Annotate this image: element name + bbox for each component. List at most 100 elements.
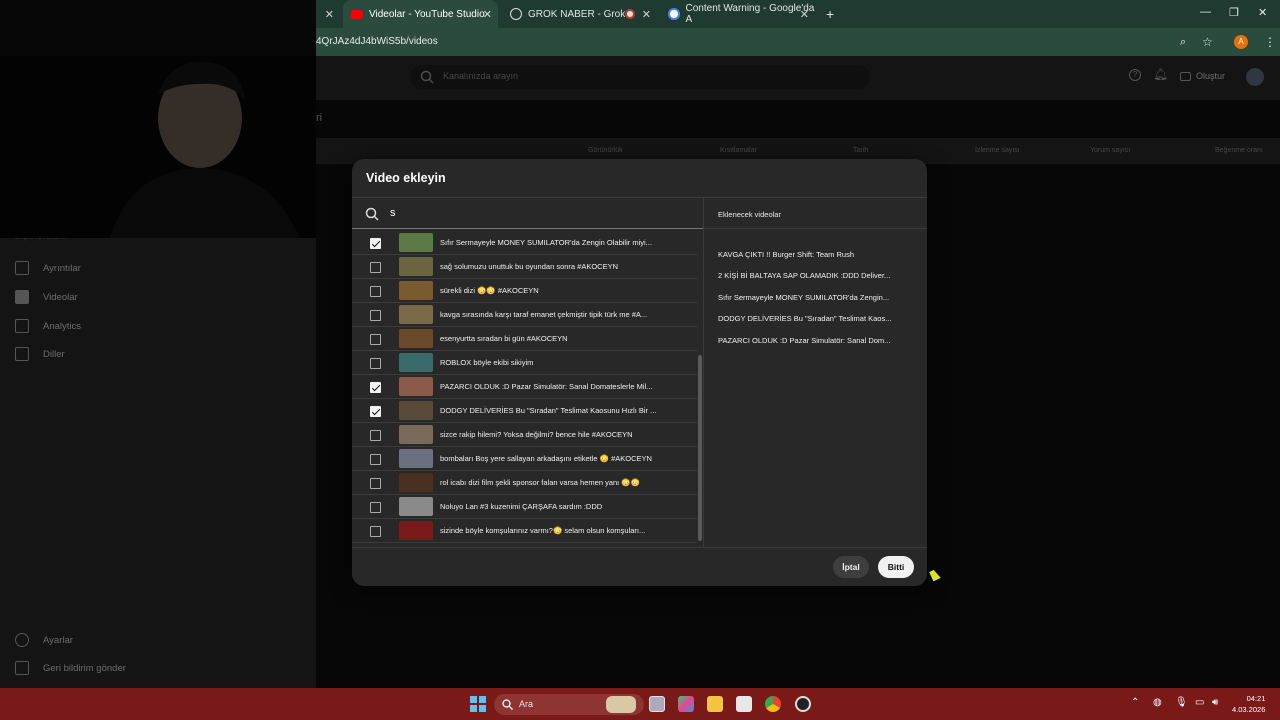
video-checkbox[interactable] (370, 526, 381, 537)
minimize-icon[interactable]: — (1200, 6, 1211, 18)
selected-video: DODGY DELİVERİES Bu "Sıradan" Teslimat K… (718, 314, 892, 323)
record-icon (625, 9, 635, 19)
add-video-dialog: Video ekleyin s Eklenecek videolar KAVGA… (352, 159, 927, 586)
close-icon[interactable]: ✕ (325, 8, 334, 21)
video-checkbox[interactable] (370, 454, 381, 465)
video-title: Sıfır Sermayeyle MONEY SUMILATOR'da Zeng… (440, 238, 652, 247)
video-row[interactable]: ROBLOX böyle ekibi sikiyim (352, 351, 697, 375)
video-thumbnail (399, 473, 433, 492)
video-checkbox[interactable] (370, 430, 381, 441)
video-title: bombaları Boş yere sallayan arkadaşını e… (440, 454, 652, 463)
video-title: sürekli dizi 😳😳 #AKOCEYN (440, 286, 539, 295)
selected-videos-header: Eklenecek videolar (704, 197, 927, 229)
google-icon (668, 8, 680, 20)
video-checkbox[interactable] (370, 478, 381, 489)
chrome-icon[interactable] (765, 696, 781, 712)
tab-grok[interactable]: GROK NABER - Grok ✕ (502, 2, 657, 26)
tab-close-prev[interactable]: ✕ (320, 2, 340, 26)
close-icon[interactable]: ✕ (642, 8, 651, 21)
video-list[interactable]: Sıfır Sermayeyle MONEY SUMILATOR'da Zeng… (352, 233, 697, 546)
copilot-icon[interactable] (678, 696, 694, 712)
taskbar-clock[interactable]: 04:21 4.03.2026 (1232, 693, 1265, 715)
grok-icon (510, 8, 522, 20)
display-icon[interactable]: ▭ (1195, 697, 1204, 708)
video-thumbnail (399, 305, 433, 324)
dialog-footer-divider (352, 547, 927, 548)
video-row[interactable]: sürekli dizi 😳😳 #AKOCEYN (352, 279, 697, 303)
close-icon[interactable]: ✕ (483, 8, 492, 21)
search-icon (365, 207, 379, 221)
video-checkbox[interactable] (370, 238, 381, 249)
close-icon[interactable]: ✕ (800, 8, 809, 21)
tab-title: GROK NABER - Grok (528, 8, 626, 20)
cancel-button[interactable]: İptal (833, 556, 869, 578)
video-checkbox[interactable] (370, 286, 381, 297)
obs-icon[interactable] (795, 696, 811, 712)
new-tab-button[interactable]: + (818, 2, 838, 26)
video-title: DODGY DELİVERİES Bu "Sıradan" Teslimat K… (440, 406, 657, 415)
bookmark-star-icon[interactable]: ☆ (1202, 35, 1213, 49)
video-row[interactable]: sizinde böyle komşularınız varmı?😳 selam… (352, 519, 697, 543)
tab-youtube-studio[interactable]: Videolar - YouTube Studio ✕ (343, 0, 498, 28)
video-thumbnail (399, 281, 433, 300)
selected-video: Sıfır Sermayeyle MONEY SUMILATOR'da Zeng… (718, 293, 890, 302)
file-explorer-icon[interactable] (707, 696, 723, 712)
video-checkbox[interactable] (370, 502, 381, 513)
video-row[interactable]: bombaları Boş yere sallayan arkadaşını e… (352, 447, 697, 471)
pane-divider (703, 197, 704, 547)
video-title: sizinde böyle komşularınız varmı?😳 selam… (440, 526, 646, 535)
search-icon (502, 699, 513, 710)
network-icon[interactable]: ◍ (1153, 697, 1162, 708)
video-checkbox[interactable] (370, 334, 381, 345)
video-checkbox[interactable] (370, 262, 381, 273)
youtube-icon (351, 9, 363, 19)
video-thumbnail (399, 521, 433, 540)
video-row[interactable]: esenyurtta sıradan bi gün #AKOCEYN (352, 327, 697, 351)
video-row[interactable]: sağ solumuzu unuttuk bu oyundan sonra #A… (352, 255, 697, 279)
volume-icon[interactable]: 🔊︎ (1212, 697, 1218, 708)
menu-dots-icon[interactable]: ⋮ (1264, 35, 1276, 49)
video-checkbox[interactable] (370, 310, 381, 321)
video-row[interactable]: rol icabı dizi film şekli sponsor falan … (352, 471, 697, 495)
url-text[interactable]: 4QrJAz4dJ4bWiS5b/videos (316, 36, 438, 47)
video-row[interactable]: DODGY DELİVERİES Bu "Sıradan" Teslimat K… (352, 399, 697, 423)
chevron-up-icon[interactable]: ⌃ (1131, 697, 1139, 708)
video-thumbnail (399, 497, 433, 516)
taskbar-search[interactable]: Ara (494, 694, 644, 715)
tab-title: Content Warning - Google'da A (685, 3, 815, 25)
video-title: esenyurtta sıradan bi gün #AKOCEYN (440, 334, 568, 343)
video-title: PAZARCI OLDUK :D Pazar Simulatör: Sanal … (440, 382, 653, 391)
video-thumbnail (399, 257, 433, 276)
done-button[interactable]: Bitti (878, 556, 914, 578)
zoom-icon[interactable]: ⌕ (1180, 36, 1186, 49)
close-window-icon[interactable]: ✕ (1258, 6, 1267, 19)
search-highlight-icon (606, 696, 636, 713)
store-icon[interactable] (736, 696, 752, 712)
video-thumbnail (399, 449, 433, 468)
video-title: rol icabı dizi film şekli sponsor falan … (440, 478, 641, 487)
video-row[interactable]: kavga sırasında karşı taraf emanet çekmi… (352, 303, 697, 327)
video-row[interactable]: Sıfır Sermayeyle MONEY SUMILATOR'da Zeng… (352, 233, 697, 255)
selected-video: PAZARCI OLDUK :D Pazar Simulatör: Sanal … (718, 336, 891, 345)
video-thumbnail (399, 425, 433, 444)
video-search-input[interactable]: s (352, 197, 703, 229)
microphone-icon[interactable]: 🎙︎ (1175, 697, 1188, 708)
video-title: ROBLOX böyle ekibi sikiyim (440, 358, 534, 367)
restore-icon[interactable]: ❐ (1229, 6, 1239, 19)
video-thumbnail (399, 329, 433, 348)
video-thumbnail (399, 401, 433, 420)
video-checkbox[interactable] (370, 406, 381, 417)
video-checkbox[interactable] (370, 358, 381, 369)
selected-videos-title: Eklenecek videolar (718, 210, 781, 219)
video-title: kavga sırasında karşı taraf emanet çekmi… (440, 310, 648, 319)
video-checkbox[interactable] (370, 382, 381, 393)
video-row[interactable]: Noluyo Lan #3 kuzenimi ÇARŞAFA sardım :D… (352, 495, 697, 519)
video-row[interactable]: sizce rakip hilemi? Yoksa değilmi? bence… (352, 423, 697, 447)
windows-start-icon[interactable] (470, 696, 486, 712)
list-scrollbar[interactable] (698, 355, 702, 541)
video-row[interactable]: PAZARCI OLDUK :D Pazar Simulatör: Sanal … (352, 375, 697, 399)
task-view-icon[interactable] (649, 696, 665, 712)
dialog-title: Video ekleyin (366, 171, 446, 185)
tab-google[interactable]: Content Warning - Google'da A ✕ (660, 2, 815, 26)
profile-avatar[interactable]: A (1234, 35, 1248, 49)
